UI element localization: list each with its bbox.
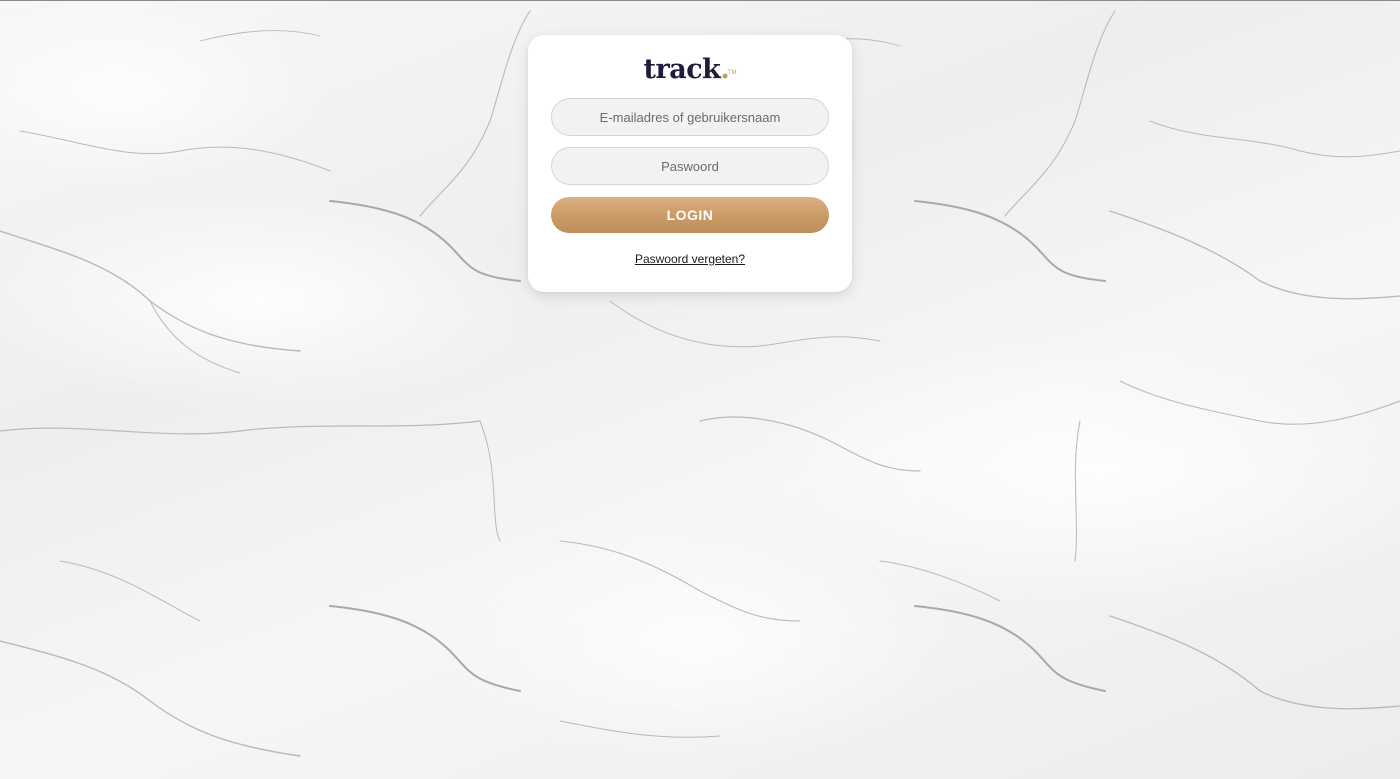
password-field[interactable] bbox=[551, 147, 829, 185]
track-logo: track.TM bbox=[528, 53, 852, 87]
email-field[interactable] bbox=[551, 98, 829, 136]
logo-word: track bbox=[643, 54, 721, 85]
forgot-password-link[interactable]: Paswoord vergeten? bbox=[528, 252, 852, 266]
login-button[interactable]: LOGIN bbox=[551, 197, 829, 233]
login-card: track.TM LOGIN Paswoord vergeten? bbox=[528, 35, 852, 292]
logo-trademark: TM bbox=[727, 70, 737, 76]
